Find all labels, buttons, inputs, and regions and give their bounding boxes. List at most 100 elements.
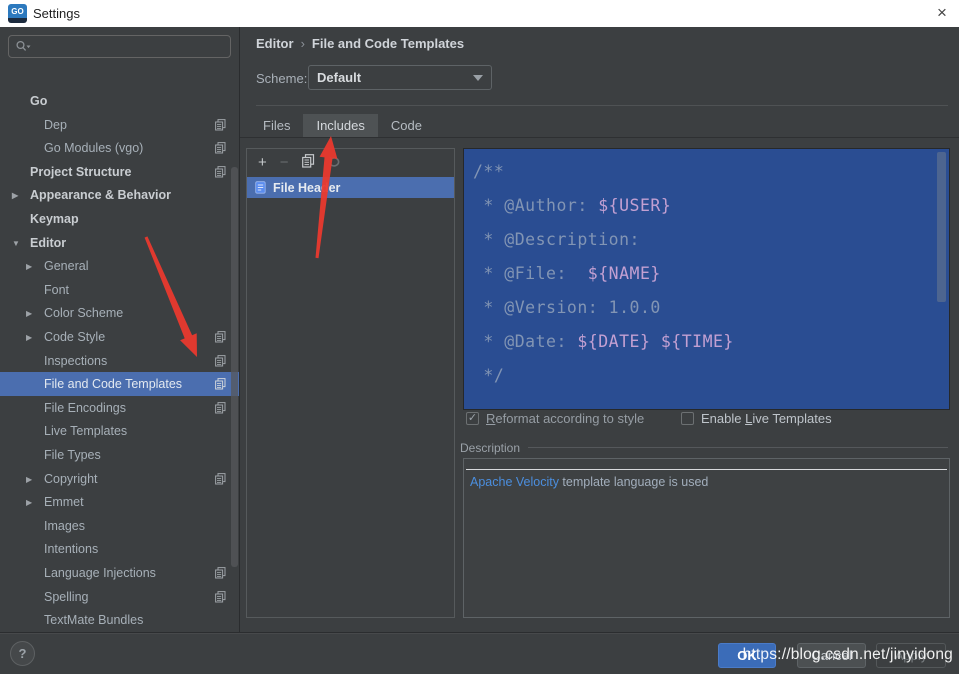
sidebar-item-file-types[interactable]: File Types — [0, 443, 240, 467]
scheme-value: Default — [317, 70, 473, 85]
copy-settings-icon — [215, 355, 226, 367]
sidebar-item-intentions[interactable]: Intentions — [0, 537, 240, 561]
copy-settings-icon — [215, 567, 226, 579]
template-variable: ${DATE} — [577, 332, 650, 351]
scheme-label: Scheme: — [256, 71, 307, 86]
sidebar-item-code-style[interactable]: ▶ Code Style — [0, 325, 240, 349]
reformat-checkbox[interactable]: ✓ Reformat according to style — [466, 411, 644, 426]
sidebar-scrollbar[interactable] — [231, 167, 238, 567]
chevron-collapsed-icon[interactable]: ▶ — [26, 309, 32, 318]
sidebar-item-label: General — [44, 259, 88, 273]
sidebar-item-font[interactable]: Font — [0, 278, 240, 302]
window-title: Settings — [33, 6, 80, 21]
sidebar-item-file-encodings[interactable]: File Encodings — [0, 396, 240, 420]
sidebar-item-label: File Types — [44, 448, 101, 462]
code-line: * @Date: ${DATE} ${TIME} — [473, 325, 949, 359]
sidebar-item-label: Appearance & Behavior — [30, 188, 171, 202]
chevron-down-icon — [473, 75, 483, 81]
sidebar-item-inspections[interactable]: Inspections — [0, 349, 240, 373]
template-variable: ${TIME} — [661, 332, 734, 351]
reformat-label: Reformat according to style — [486, 411, 644, 426]
sidebar-item-go[interactable]: Go — [0, 89, 240, 113]
sidebar-item-file-and-code-templates[interactable]: File and Code Templates — [0, 372, 240, 396]
breadcrumb-file-and-code-templates: File and Code Templates — [312, 36, 464, 51]
sidebar-item-label: Font — [44, 283, 69, 297]
copy-settings-icon — [215, 166, 226, 178]
chevron-collapsed-icon[interactable]: ▶ — [26, 475, 32, 484]
remove-template-button[interactable]: − — [280, 155, 289, 170]
sidebar-item-textmate-bundles[interactable]: TextMate Bundles — [0, 608, 240, 632]
enable-live-templates-checkbox[interactable]: Enable Live Templates — [681, 411, 832, 426]
template-variable: ${NAME} — [588, 264, 661, 283]
sidebar-item-copyright[interactable]: ▶Copyright — [0, 467, 240, 491]
chevron-collapsed-icon[interactable]: ▶ — [26, 498, 32, 507]
sidebar-item-color-scheme[interactable]: ▶ Color Scheme — [0, 301, 240, 325]
code-line: * @Author: ${USER} — [473, 189, 949, 223]
sidebar-item-label: Code Style — [44, 330, 105, 344]
title-bar: GO Settings × — [0, 0, 959, 27]
sidebar-item-dep[interactable]: Dep — [0, 113, 240, 137]
copy-settings-icon — [215, 402, 226, 414]
template-code-editor[interactable]: /** * @Author: ${USER} * @Description: *… — [463, 148, 950, 410]
sidebar-item-label: Editor — [30, 236, 66, 250]
checkbox-checked-icon: ✓ — [466, 412, 479, 425]
sidebar-item-language-injections[interactable]: Language Injections — [0, 561, 240, 585]
reset-template-button[interactable] — [328, 155, 341, 170]
add-template-button[interactable]: + — [258, 155, 267, 170]
revert-icon — [328, 155, 341, 167]
sidebar-item-label: Keymap — [30, 212, 79, 226]
goland-logo-icon: GO — [8, 4, 27, 23]
search-input[interactable] — [8, 35, 231, 58]
sidebar-item-label: Language Injections — [44, 566, 156, 580]
template-list-item-file-header[interactable]: File Header — [247, 177, 454, 198]
scheme-dropdown[interactable]: Default — [308, 65, 492, 90]
close-icon[interactable]: × — [925, 0, 959, 27]
sidebar-item-spelling[interactable]: Spelling — [0, 585, 240, 609]
sidebar-item-editor[interactable]: ▼ Editor — [0, 231, 240, 255]
copy-settings-icon — [215, 473, 226, 485]
chevron-expanded-icon[interactable]: ▼ — [12, 239, 20, 248]
comment-text: * @Description: — [473, 230, 650, 249]
code-line: */ — [473, 359, 949, 393]
sidebar-item-label: File and Code Templates — [44, 377, 182, 391]
sidebar-item-project-structure[interactable]: Project Structure — [0, 160, 240, 184]
sidebar-item-keymap[interactable]: Keymap — [0, 207, 240, 231]
sidebar-item-label: Live Templates — [44, 424, 127, 438]
sidebar-item-label: Color Scheme — [44, 306, 123, 320]
sidebar-item-label: Images — [44, 519, 85, 533]
tab-includes[interactable]: Includes — [303, 114, 377, 137]
sidebar-item-general[interactable]: ▶ General — [0, 254, 240, 278]
settings-dialog: GO Settings × Go Dep Go Modules (vgo) Proje… — [0, 0, 959, 674]
chevron-collapsed-icon[interactable]: ▶ — [26, 262, 32, 271]
comment-text: * @Date: — [473, 332, 577, 351]
copy-settings-icon — [215, 331, 226, 343]
apache-velocity-link[interactable]: Apache Velocity — [470, 475, 559, 489]
template-name: File Header — [273, 181, 340, 195]
search-icon — [15, 40, 31, 53]
sidebar-item-go-modules-vgo[interactable]: Go Modules (vgo) — [0, 136, 240, 160]
breadcrumb-editor[interactable]: Editor — [256, 36, 294, 51]
help-button[interactable]: ? — [10, 641, 35, 666]
breadcrumb-chevron-icon: › — [294, 36, 312, 51]
description-rule — [528, 447, 948, 448]
template-list-toolbar: + − — [247, 149, 454, 176]
description-label: Description — [460, 441, 520, 455]
chevron-collapsed-icon[interactable]: ▶ — [26, 333, 32, 342]
enable-live-templates-label: Enable Live Templates — [701, 411, 832, 426]
comment-text: */ — [473, 366, 504, 385]
description-divider — [466, 469, 947, 470]
chevron-collapsed-icon[interactable]: ▶ — [12, 191, 18, 200]
sidebar-item-images[interactable]: Images — [0, 514, 240, 538]
sidebar-item-live-templates[interactable]: Live Templates — [0, 419, 240, 443]
search-history-chevron-icon — [27, 46, 31, 49]
tab-files[interactable]: Files — [250, 114, 303, 137]
sidebar-item-label: Dep — [44, 118, 67, 132]
sidebar-item-appearance-behavior[interactable]: ▶ Appearance & Behavior — [0, 183, 240, 207]
sidebar-item-label: Emmet — [44, 495, 84, 509]
tab-code[interactable]: Code — [378, 114, 435, 137]
copy-template-button[interactable] — [302, 154, 315, 171]
editor-scrollbar[interactable] — [937, 152, 946, 302]
sidebar-item-label: Spelling — [44, 590, 88, 604]
sidebar-item-label: Project Structure — [30, 165, 131, 179]
sidebar-item-emmet[interactable]: ▶ Emmet — [0, 490, 240, 514]
